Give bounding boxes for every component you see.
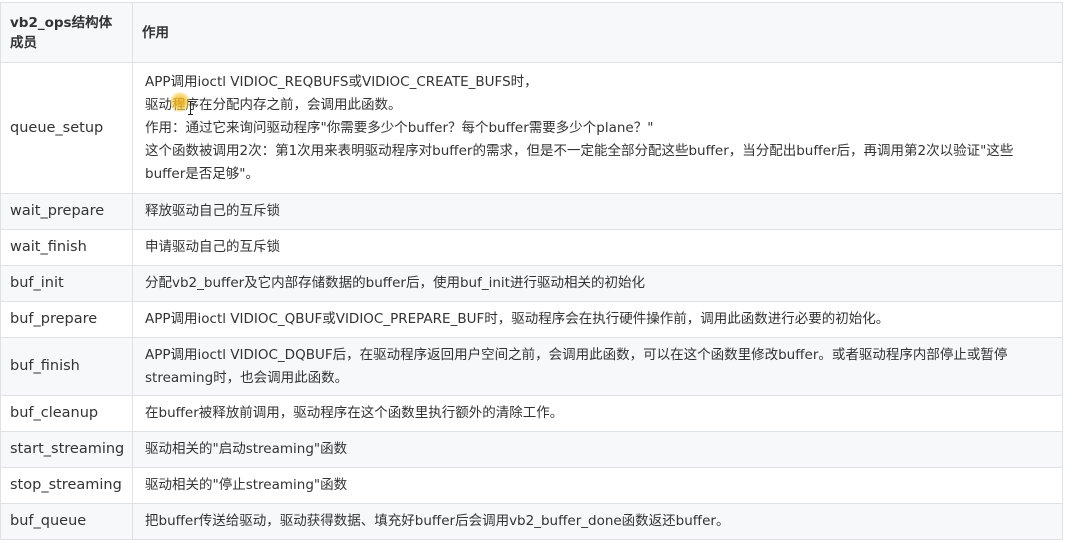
table-row-start-streaming: start_streaming 驱动相关的"启动streaming"函数 bbox=[0, 431, 1063, 468]
desc-start-streaming: 驱动相关的"启动streaming"函数 bbox=[132, 431, 1063, 468]
member-wait-prepare: wait_prepare bbox=[0, 193, 133, 230]
table-row-buf-finish: buf_finish APP调用ioctl VIDIOC_DQBUF后，在驱动程… bbox=[0, 337, 1063, 396]
member-buf-queue: buf_queue bbox=[0, 503, 133, 540]
member-buf-cleanup: buf_cleanup bbox=[0, 395, 133, 432]
table-row-stop-streaming: stop_streaming 驱动相关的"停止streaming"函数 bbox=[0, 467, 1063, 504]
table-header-row: vb2_ops结构体成员 作用 bbox=[0, 2, 1063, 63]
desc-line: 作用：通过它来询问驱动程序"你需要多少个buffer？每个buffer需要多少个… bbox=[145, 119, 654, 136]
desc-buf-prepare: APP调用ioctl VIDIOC_QBUF或VIDIOC_PREPARE_BU… bbox=[132, 301, 1063, 338]
desc-wait-prepare: 释放驱动自己的互斥锁 bbox=[132, 193, 1063, 230]
vb2-ops-table-container: vb2_ops结构体成员 作用 queue_setup APP调用ioctl V… bbox=[0, 2, 1063, 540]
table-row-buf-prepare: buf_prepare APP调用ioctl VIDIOC_QBUF或VIDIO… bbox=[0, 301, 1063, 338]
member-start-streaming: start_streaming bbox=[0, 431, 133, 468]
table-row-wait-prepare: wait_prepare 释放驱动自己的互斥锁 bbox=[0, 193, 1063, 230]
member-buf-prepare: buf_prepare bbox=[0, 301, 133, 338]
member-queue-setup: queue_setup bbox=[0, 62, 133, 194]
desc-buf-queue: 把buffer传送给驱动，驱动获得数据、填充好buffer后会调用vb2_buf… bbox=[132, 503, 1063, 540]
member-stop-streaming: stop_streaming bbox=[0, 467, 133, 504]
table-row-queue-setup: queue_setup APP调用ioctl VIDIOC_REQBUFS或VI… bbox=[0, 62, 1063, 194]
desc-line: 这个函数被调用2次：第1次用来表明驱动程序对buffer的需求，但是不一定能全部… bbox=[145, 142, 1014, 182]
desc-queue-setup: APP调用ioctl VIDIOC_REQBUFS或VIDIOC_CREATE_… bbox=[132, 62, 1063, 194]
table-row-buf-cleanup: buf_cleanup 在buffer被释放前调用，驱动程序在这个函数里执行额外… bbox=[0, 395, 1063, 432]
member-buf-init: buf_init bbox=[0, 265, 133, 302]
desc-buf-finish: APP调用ioctl VIDIOC_DQBUF后，在驱动程序返回用户空间之前，会… bbox=[132, 337, 1063, 396]
desc-line: APP调用ioctl VIDIOC_REQBUFS或VIDIOC_CREATE_… bbox=[145, 73, 538, 90]
desc-line: APP调用ioctl VIDIOC_DQBUF后，在驱动程序返回用户空间之前，会… bbox=[145, 346, 1008, 386]
vb2-ops-table: vb2_ops结构体成员 作用 queue_setup APP调用ioctl V… bbox=[0, 2, 1063, 540]
member-wait-finish: wait_finish bbox=[0, 229, 133, 266]
table-row-buf-init: buf_init 分配vb2_buffer及它内部存储数据的buffer后，使用… bbox=[0, 265, 1063, 302]
table-row-buf-queue: buf_queue 把buffer传送给驱动，驱动获得数据、填充好buffer后… bbox=[0, 503, 1063, 540]
header-member: vb2_ops结构体成员 bbox=[0, 2, 133, 63]
header-purpose: 作用 bbox=[132, 2, 1063, 63]
member-buf-finish: buf_finish bbox=[0, 337, 133, 396]
desc-buf-cleanup: 在buffer被释放前调用，驱动程序在这个函数里执行额外的清除工作。 bbox=[132, 395, 1063, 432]
table-row-wait-finish: wait_finish 申请驱动自己的互斥锁 bbox=[0, 229, 1063, 266]
desc-buf-init: 分配vb2_buffer及它内部存储数据的buffer后，使用buf_init进… bbox=[132, 265, 1063, 302]
desc-line: 驱动程序在分配内存之前，会调用此函数。 bbox=[145, 96, 402, 113]
desc-stop-streaming: 驱动相关的"停止streaming"函数 bbox=[132, 467, 1063, 504]
desc-wait-finish: 申请驱动自己的互斥锁 bbox=[132, 229, 1063, 266]
